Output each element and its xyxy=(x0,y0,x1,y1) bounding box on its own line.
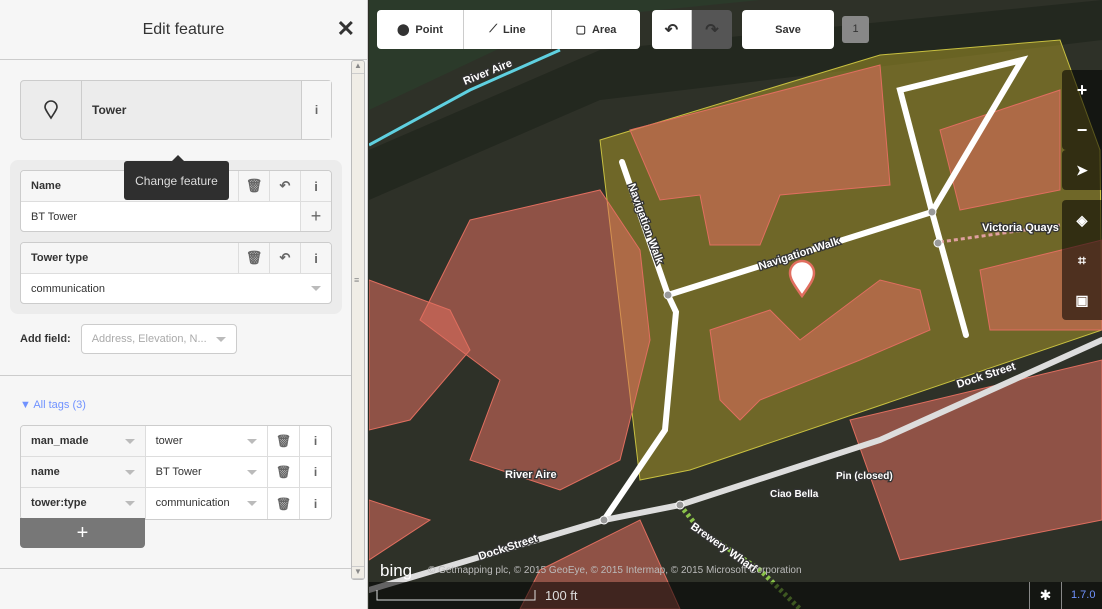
map-canvas[interactable]: River Aire Navigation Walk Navigation Wa… xyxy=(369,0,1102,609)
zoom-in-button[interactable]: + xyxy=(1062,70,1102,110)
info-icon[interactable]: i xyxy=(300,243,331,273)
edit-count-badge: 1 xyxy=(842,16,869,43)
info-icon[interactable]: i xyxy=(299,426,331,456)
sidebar-header: Edit feature ✕ xyxy=(0,0,367,60)
tag-row: tower:type communication 🗑 i xyxy=(21,488,331,519)
chevron-down-icon xyxy=(311,286,321,296)
scale-bar xyxy=(376,590,536,601)
all-tags-toggle[interactable]: ▼ All tags (3) xyxy=(20,399,86,411)
trash-icon[interactable]: 🗑 xyxy=(238,243,269,273)
save-button[interactable]: Save xyxy=(742,10,834,49)
poi-label: Ciao Bella xyxy=(770,489,819,500)
tag-value[interactable]: BT Tower xyxy=(146,457,268,487)
add-field-label: Add field: xyxy=(20,333,71,345)
undo-button[interactable]: ↶ xyxy=(652,10,692,49)
chevron-down-icon xyxy=(215,337,226,347)
bug-icon[interactable]: ✱ xyxy=(1029,582,1062,609)
trash-icon[interactable]: 🗑 xyxy=(267,426,299,456)
trash-icon[interactable]: 🗑 xyxy=(267,457,299,487)
trash-icon[interactable]: 🗑 xyxy=(267,488,299,519)
divider xyxy=(0,375,352,376)
poi-label: Pin (closed) xyxy=(836,471,893,482)
tooltip: Change feature xyxy=(124,155,229,200)
tag-value[interactable]: communication xyxy=(146,488,268,519)
map-data-icon[interactable]: ⌗ xyxy=(1062,240,1102,280)
trash-icon[interactable]: 🗑 xyxy=(238,171,269,201)
preset-info-button[interactable]: i xyxy=(301,81,331,139)
add-field: Add field: Address, Elevation, N... xyxy=(20,324,237,354)
area-icon: ▢ xyxy=(575,24,586,36)
sidebar-title: Edit feature xyxy=(142,20,225,38)
add-point-button[interactable]: ⬤ Point xyxy=(377,10,464,49)
map-label: River Aire xyxy=(505,469,557,481)
add-field-placeholder: Address, Elevation, N... xyxy=(91,333,207,345)
close-button[interactable]: ✕ xyxy=(337,16,355,42)
map-footer: 100 ft ✱ 1.7.0 xyxy=(369,582,1102,609)
layers-icon[interactable]: ◈ xyxy=(1062,200,1102,240)
version[interactable]: 1.7.0 xyxy=(1071,589,1095,601)
sidebar: Edit feature ✕ Tower i Change feature Na… xyxy=(0,0,368,609)
line-icon: ⟋ xyxy=(489,23,498,35)
zoom-out-button[interactable]: − xyxy=(1062,110,1102,150)
tag-row: name BT Tower 🗑 i xyxy=(21,457,331,488)
field-tower-type: Tower type 🗑 ↶ i communication xyxy=(20,242,332,304)
info-icon[interactable]: i xyxy=(300,171,331,201)
tag-editor: man_made tower 🗑 i name BT Tower 🗑 i tower:typ… xyxy=(20,425,332,520)
bing-logo: bing xyxy=(380,561,412,580)
undo-icon[interactable]: ↶ xyxy=(269,243,300,273)
tag-row: man_made tower 🗑 i xyxy=(21,426,331,457)
scale-label: 100 ft xyxy=(545,588,578,603)
info-icon[interactable]: i xyxy=(299,457,331,487)
tower-type-combo[interactable]: communication xyxy=(21,274,331,303)
add-area-button[interactable]: ▢ Area xyxy=(552,10,640,49)
add-line-button[interactable]: ⟋ Line xyxy=(464,10,552,49)
preset-name: Tower xyxy=(92,103,127,117)
tag-key[interactable]: tower:type xyxy=(21,488,146,519)
undo-icon[interactable]: ↶ xyxy=(269,171,300,201)
toolbar: ⬤ Point ⟋ Line ▢ Area ↶ ↷ Save 1 xyxy=(377,10,869,49)
map-label: Victoria Quays xyxy=(982,222,1059,234)
name-input[interactable]: BT Tower xyxy=(31,211,77,223)
geolocate-button[interactable]: ➤ xyxy=(1062,150,1102,190)
field-label: Tower type xyxy=(31,252,89,264)
scrollbar[interactable]: ▲ ≡ ▼ xyxy=(351,60,365,580)
tag-value[interactable]: tower xyxy=(146,426,268,456)
add-field-input[interactable]: Address, Elevation, N... xyxy=(80,324,237,354)
help-icon[interactable]: ▣ xyxy=(1062,280,1102,320)
tag-key[interactable]: man_made xyxy=(21,426,146,456)
info-icon[interactable]: i xyxy=(299,488,331,519)
divider xyxy=(0,568,352,569)
tag-key[interactable]: name xyxy=(21,457,146,487)
redo-button[interactable]: ↷ xyxy=(692,10,732,49)
add-tag-button[interactable]: + xyxy=(20,518,145,548)
add-localized-name-button[interactable]: + xyxy=(300,202,331,231)
attribution: © Getmapping plc, © 2015 GeoEye, © 2015 … xyxy=(428,565,802,576)
pin-icon xyxy=(21,81,82,139)
point-icon: ⬤ xyxy=(397,24,410,36)
preset-button[interactable]: Tower i xyxy=(20,80,332,140)
tower-type-value: communication xyxy=(31,282,105,295)
